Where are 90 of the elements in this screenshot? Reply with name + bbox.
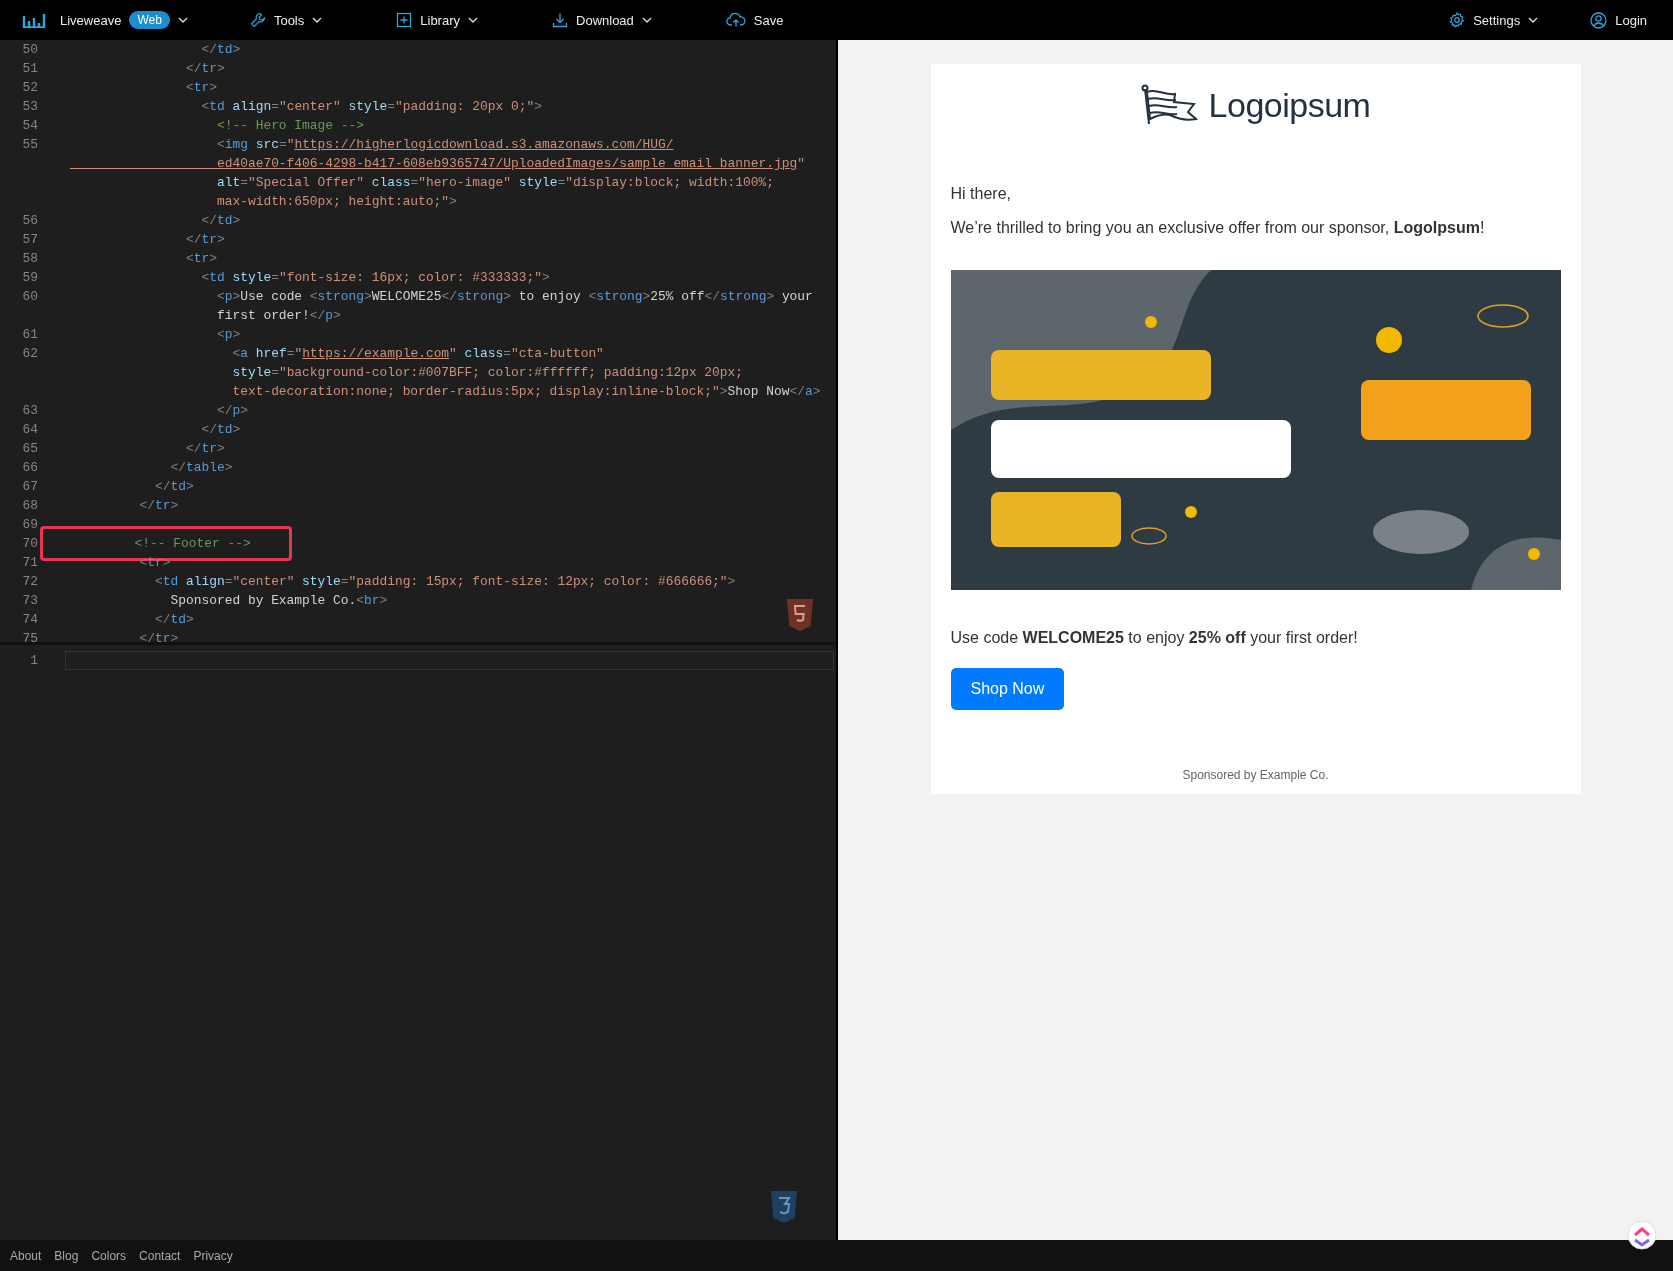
code-line: alt="Special Offer" class="hero-image" style="display:block; width:100%; xyxy=(215,174,775,192)
caret-icon xyxy=(468,17,478,23)
line-number: 58 xyxy=(21,250,38,268)
code-line: </tr> xyxy=(138,497,179,515)
nav-menu-item[interactable]: Download xyxy=(552,12,652,28)
code-line: <td align="center" style="padding: 15px; font-size: 12px; color: #666666;"> xyxy=(154,573,736,591)
brand-name: Liveweave xyxy=(60,12,122,28)
line-number: 53 xyxy=(21,98,38,116)
footer-link[interactable]: About xyxy=(10,1248,42,1263)
code-line: <tr> xyxy=(185,79,217,97)
line-number: 74 xyxy=(21,611,38,629)
code-line: ed40ae70-f406-4298-b417-608eb9365747/UploadedImages/sample_email_banner.jpg" xyxy=(215,155,805,173)
line-number: 62 xyxy=(21,345,38,363)
code-line: text-decoration:none; border-radius:5px; display:inline-block;">Shop Now</a> xyxy=(231,383,821,401)
wrench-icon xyxy=(249,12,266,28)
code-line: Sponsored by Example Co.<br> xyxy=(169,592,388,610)
caret-icon xyxy=(641,17,652,23)
line-number: 69 xyxy=(21,516,38,534)
caret-icon xyxy=(1528,17,1539,23)
code-line: </table> xyxy=(169,459,233,477)
footer-link[interactable]: Privacy xyxy=(193,1248,233,1263)
code-line: <p> xyxy=(215,326,241,344)
edition-badge: Web xyxy=(129,11,170,29)
line-number: 68 xyxy=(21,497,38,515)
code-line: <tr> xyxy=(185,250,217,268)
shop-now-button[interactable]: Shop Now xyxy=(950,668,1065,710)
code-line: <a href="https://example.com" class="cta-button" xyxy=(231,345,604,363)
line-number: 66 xyxy=(21,459,38,477)
line-number: 72 xyxy=(21,573,38,591)
line-number: 1 xyxy=(29,652,38,670)
line-number: 73 xyxy=(21,592,38,610)
line-number: 65 xyxy=(21,440,38,458)
code-line: <img src="https://higherlogicdownload.s3.amazonaws.com/HUG/ xyxy=(215,136,674,154)
css3-shield-icon xyxy=(770,1190,798,1224)
line-number: 55 xyxy=(21,136,38,154)
line-number: 70 xyxy=(21,535,38,553)
code-line: <td align="center" style="padding: 20px 0;"> xyxy=(200,98,542,116)
settings-icon xyxy=(1449,12,1466,28)
code-line: <!-- Hero Image --> xyxy=(215,117,364,135)
nav-menu-item[interactable]: Login xyxy=(1590,11,1647,29)
code-line: first order!</p> xyxy=(215,307,341,325)
line-number: 51 xyxy=(21,60,38,78)
line-number: 61 xyxy=(21,326,38,344)
footer-link[interactable]: Colors xyxy=(91,1248,127,1263)
code-line: style="background-color:#007BFF; color:#ffffff; padding:12px 20px; xyxy=(231,364,744,382)
code-line: </td> xyxy=(200,421,241,439)
line-number: 60 xyxy=(21,288,38,306)
code-line: </p> xyxy=(215,402,248,420)
code-line: </tr> xyxy=(185,231,225,249)
code-line: </tr> xyxy=(185,440,225,458)
app-launcher-icon[interactable] xyxy=(1627,1220,1657,1250)
code-line: max-width:650px; height:auto;"> xyxy=(215,193,457,211)
line-number: 56 xyxy=(21,212,38,230)
nav-menu-item[interactable]: Tools xyxy=(249,12,323,28)
line-number: 57 xyxy=(21,231,38,249)
caret-icon xyxy=(177,17,188,23)
code-line: <td style="font-size: 16px; color: #333333;"> xyxy=(200,269,550,287)
code-line: </td> xyxy=(200,212,241,230)
offer-text: Use code WELCOME25 to enjoy 25% off your first order! xyxy=(950,628,1359,648)
code-line: </tr> xyxy=(138,630,179,642)
greeting-text: Hi there, xyxy=(950,184,1012,204)
code-line: </tr> xyxy=(185,60,225,78)
line-number: 75 xyxy=(21,630,38,642)
line-number: 64 xyxy=(21,421,38,439)
intro-text: We’re thrilled to bring you an exclusive offer from our sponsor, LogoIpsum! xyxy=(950,218,1486,238)
code-line: </td> xyxy=(200,41,241,59)
code-line: </td> xyxy=(154,478,194,496)
code-line: <p>Use code <strong>WELCOME25</strong> to enjoy <strong>25% off</strong> your xyxy=(215,288,813,306)
bar-chart-icon[interactable] xyxy=(22,12,46,28)
nav-menu-item[interactable]: Settings xyxy=(1449,11,1539,29)
line-number: 71 xyxy=(21,554,38,572)
nav-menu-item[interactable]: Library xyxy=(396,12,478,28)
download-icon xyxy=(552,12,568,28)
line-number: 63 xyxy=(21,402,38,420)
cloud-upload-icon xyxy=(725,12,746,28)
line-number: 52 xyxy=(21,79,38,97)
nav-menu-item[interactable]: Save xyxy=(725,12,784,28)
logo-text: Logoipsum xyxy=(1208,85,1371,125)
caret-icon xyxy=(312,17,323,23)
html5-shield-icon xyxy=(786,598,814,632)
line-number: 59 xyxy=(21,269,38,287)
footer-link[interactable]: Blog xyxy=(54,1248,79,1263)
line-number: 67 xyxy=(21,478,38,496)
footer-link[interactable]: Contact xyxy=(139,1248,181,1263)
line-number: 50 xyxy=(21,41,38,59)
sponsor-text: Sponsored by Example Co. xyxy=(1181,768,1330,782)
line-number: 54 xyxy=(21,117,38,135)
code-line: </td> xyxy=(154,611,194,629)
user-icon xyxy=(1590,11,1608,29)
plus-square-icon xyxy=(396,12,413,28)
